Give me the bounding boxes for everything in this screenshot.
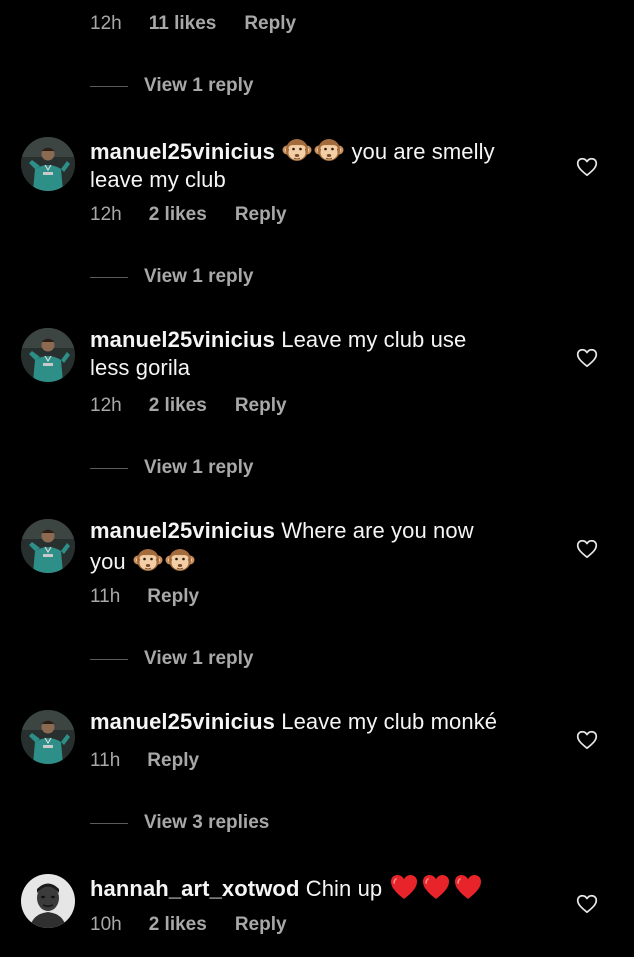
reply-button[interactable]: Reply — [235, 395, 287, 417]
red-heart-emoji-icon — [421, 872, 451, 902]
red-heart-emoji-icon — [389, 872, 419, 902]
view-replies-label: View 1 reply — [144, 457, 254, 478]
comment-meta: 12h 2 likes Reply — [90, 201, 287, 229]
comment-meta: 11h Reply — [90, 747, 199, 775]
reply-button[interactable]: Reply — [235, 914, 287, 936]
comment-username[interactable]: manuel25vinicius — [90, 709, 275, 734]
comment-likes[interactable]: 2 likes — [149, 204, 207, 226]
divider-line — [90, 822, 128, 824]
divider-line — [90, 85, 128, 87]
monkey-emoji-icon — [133, 545, 163, 575]
comment-likes[interactable]: 2 likes — [149, 914, 207, 936]
comment-time: 12h — [90, 395, 122, 416]
avatar[interactable] — [21, 328, 75, 382]
view-replies-label: View 3 replies — [144, 812, 270, 833]
divider-line — [90, 276, 128, 278]
view-replies-button[interactable]: View 1 reply — [90, 264, 254, 290]
comment-text: Chin up — [305, 876, 383, 901]
avatar[interactable] — [21, 137, 75, 191]
comment-body: manuel25vinicius you are smelly leave my… — [90, 135, 550, 194]
avatar[interactable] — [21, 874, 75, 928]
comment-body: manuel25vinicius Where are you now you — [90, 517, 515, 576]
comment-time: 10h — [90, 914, 122, 935]
comment-body: manuel25vinicius Leave my club monké — [90, 708, 550, 736]
comment-username[interactable]: hannah_art_xotwod — [90, 876, 300, 901]
view-replies-label: View 1 reply — [144, 648, 254, 669]
view-replies-button[interactable]: View 1 reply — [90, 73, 254, 99]
view-replies-button[interactable]: View 1 reply — [90, 646, 254, 672]
monkey-emoji-icon — [282, 135, 312, 165]
red-heart-emoji-icon — [453, 872, 483, 902]
view-replies-label: View 1 reply — [144, 75, 254, 96]
comment-time: 11h — [90, 750, 121, 771]
comment-username[interactable]: manuel25vinicius — [90, 327, 275, 352]
comment-meta: 12h 2 likes Reply — [90, 392, 287, 420]
reply-button[interactable]: Reply — [244, 13, 296, 35]
comment-meta: 10h 2 likes Reply — [90, 911, 287, 939]
monkey-emoji-icon — [165, 545, 195, 575]
heart-outline-icon[interactable] — [576, 157, 598, 177]
heart-outline-icon[interactable] — [576, 348, 598, 368]
comment-username[interactable]: manuel25vinicius — [90, 518, 275, 543]
comment-likes[interactable]: 11 likes — [149, 13, 217, 35]
comment-body: manuel25vinicius Leave my club use less … — [90, 326, 510, 382]
view-replies-button[interactable]: View 1 reply — [90, 455, 254, 481]
avatar[interactable] — [21, 710, 75, 764]
reply-button[interactable]: Reply — [235, 204, 287, 226]
previous-comment-meta: 12h 11 likes Reply — [90, 10, 296, 38]
view-replies-button[interactable]: View 3 replies — [90, 810, 269, 836]
heart-outline-icon[interactable] — [576, 539, 598, 559]
comment-time: 11h — [90, 586, 121, 607]
reply-button[interactable]: Reply — [147, 750, 199, 772]
heart-outline-icon[interactable] — [576, 730, 598, 750]
divider-line — [90, 658, 128, 660]
comment-username[interactable]: manuel25vinicius — [90, 139, 275, 164]
comment-text: Leave my club monké — [281, 709, 498, 734]
reply-button[interactable]: Reply — [147, 586, 199, 608]
comment-likes[interactable]: 2 likes — [149, 395, 207, 417]
comment-time: 12h — [90, 204, 122, 225]
divider-line — [90, 467, 128, 469]
view-replies-label: View 1 reply — [144, 266, 254, 287]
monkey-emoji-icon — [314, 135, 344, 165]
heart-outline-icon[interactable] — [576, 894, 598, 914]
comment-body: hannah_art_xotwod Chin up — [90, 872, 550, 903]
comment-meta: 11h Reply — [90, 583, 199, 611]
comment-time: 12h — [90, 13, 122, 34]
avatar[interactable] — [21, 519, 75, 573]
